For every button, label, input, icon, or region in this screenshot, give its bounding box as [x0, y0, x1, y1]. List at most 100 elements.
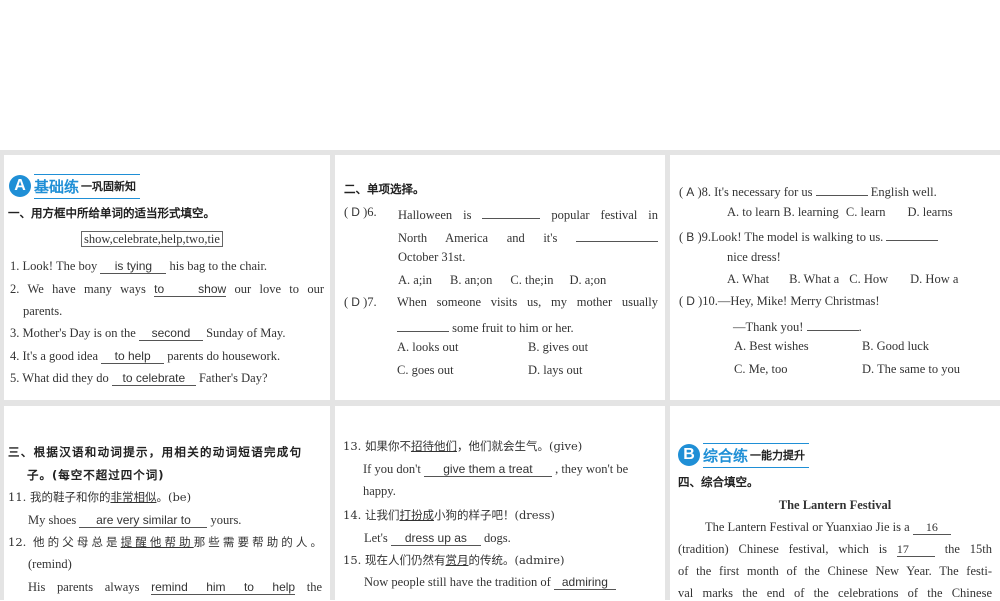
q6-text-b: popular festival in: [551, 208, 659, 222]
q10-option-a: A. Best wishes: [734, 339, 809, 353]
q13-continuation: happy.: [363, 484, 396, 498]
q11-cn-text: 11. 我的鞋子和你的: [8, 490, 111, 504]
q10-text: —Hey, Mike! Merry Christmas!: [717, 294, 880, 308]
q13-cn-text: 13. 如果你不: [343, 439, 411, 453]
q5-text-post: Father's Day?: [198, 371, 268, 385]
q12-cn-text: 12. 他的父母总是: [8, 535, 121, 549]
q7-option-d: D. lays out: [528, 363, 583, 377]
q15-answer: admiring: [553, 575, 616, 590]
q10-option-d: D. The same to you: [862, 362, 961, 376]
q6-option-b: B. an;on: [450, 273, 493, 287]
q7-line1: When someone visits us, my mother usuall…: [397, 295, 658, 309]
part4-instruction: 四、综合填空。: [678, 475, 759, 489]
q7-blank: [397, 317, 449, 332]
q7-text: some fruit to him or her.: [452, 321, 574, 335]
q1-text-post: his bag to the chair.: [169, 259, 268, 273]
question-3: 3. Mother's Day is on the second Sunday …: [10, 325, 286, 341]
q6-option-d: D. a;on: [569, 273, 607, 287]
q6-line2: North America and it's: [398, 227, 658, 245]
blank-17: 17: [896, 542, 935, 557]
q10-period: .: [858, 320, 862, 334]
section-b-header: B 综合练 一能力提升: [678, 442, 810, 468]
q7-choice: D: [351, 295, 360, 309]
q4-text-post: parents do housework.: [167, 349, 281, 363]
q12-text-post: the: [306, 580, 323, 594]
q14-cn-text: 14. 让我们: [343, 508, 400, 522]
section-b-title: 综合练: [703, 446, 749, 465]
question-6: ( D )6.: [344, 205, 377, 219]
q15-text: Now people still have the tradition of: [364, 575, 551, 589]
q12-english: His parents always remind him to help th…: [28, 579, 322, 595]
part1-instruction: 一、用方框中所给单词的适当形式填空。: [8, 206, 215, 220]
q7-option-b: B. gives out: [528, 340, 589, 354]
part2-instruction: 二、单项选择。: [344, 182, 425, 196]
q3-answer: second: [138, 326, 203, 341]
q13-chinese: 13. 如果你不招待他们，他们就会生气。(give): [343, 438, 582, 454]
q8-option-c: C. learn: [845, 205, 886, 219]
q14-english: Let's dress up as dogs.: [364, 530, 511, 546]
q5-answer: to celebrate: [111, 371, 196, 386]
q10-line2: —Thank you! .: [733, 316, 862, 334]
q6-blank: [482, 204, 541, 219]
q7-line2: some fruit to him or her.: [397, 317, 574, 335]
section-b-badge-icon: B: [678, 444, 700, 466]
q15-cn-text: 15. 现在人们仍然有: [343, 553, 446, 567]
q8-text: It's necessary for us: [714, 185, 813, 199]
q2-answer: to show: [154, 282, 227, 297]
q6-blank-2: [576, 227, 658, 242]
passage-line-1: The Lantern Festival or Yuanxiao Jie is …: [705, 519, 951, 535]
q5-text: 5. What did they do: [10, 371, 109, 385]
part3-instruction-2: 子。(每空不超过四个词): [27, 468, 165, 482]
q9-option-d: D. How a: [910, 272, 959, 286]
q8-option-d: D. learns: [907, 205, 953, 219]
q2-text: 2. We have many ways: [10, 282, 146, 296]
q15-chinese: 15. 现在人们仍然有赏月的传统。(admire): [343, 552, 565, 568]
q2-continuation: parents.: [23, 304, 63, 318]
q9-option-b: B. What a: [789, 272, 840, 286]
q10-choice: D: [686, 294, 695, 308]
passage-line-4: val marks the end of the celebrations of…: [678, 586, 992, 600]
question-7: ( D )7.: [344, 295, 377, 309]
q7-number: )7.: [363, 295, 377, 309]
q6-line3: October 31st.: [398, 250, 466, 264]
q14-cn-underlined: 打扮成: [399, 508, 434, 522]
part3-instruction-1: 三、根据汉语和动词提示，用相关的动词短语完成句: [8, 445, 303, 459]
q13-text-post: , they won't be: [555, 462, 629, 476]
q15-cn-text-post: 的传统。(admire): [468, 553, 565, 567]
q9-text: Look! The model is walking to us.: [710, 230, 884, 244]
q9-line2: nice dress!: [727, 250, 781, 264]
q7-option-c: C. goes out: [397, 363, 454, 377]
q13-answer: give them a treat: [423, 462, 552, 477]
q14-cn-text-post: 小狗的样子吧！(dress): [433, 508, 555, 522]
q8-option-b: B. learning: [783, 205, 839, 219]
q6-options: A. a;in B. an;on C. the;in D. a;on: [398, 272, 606, 288]
section-a-badge-icon: A: [9, 175, 31, 197]
passage-text-2: (tradition) Chinese festival, which is: [678, 542, 888, 556]
q14-chinese: 14. 让我们打扮成小狗的样子吧！(dress): [343, 507, 555, 523]
question-8: ( A )8. It's necessary for us English we…: [679, 181, 937, 199]
q9-choice: B: [686, 230, 695, 244]
passage-text-1: The Lantern Festival or Yuanxiao Jie is …: [705, 520, 910, 534]
q10-number: )10.: [698, 294, 718, 308]
section-a-subtitle: 一巩固新知: [81, 180, 137, 193]
q9-option-a: A. What: [727, 272, 770, 286]
q1-answer: is tying: [100, 259, 167, 274]
q6-text: Halloween is: [398, 208, 472, 222]
q6-option-a: A. a;in: [398, 273, 433, 287]
q13-english: If you don't give them a treat , they wo…: [363, 461, 628, 477]
panel-part3-cont: [335, 406, 665, 600]
q12-text: His parents always: [28, 580, 140, 594]
q6-option-c: C. the;in: [510, 273, 554, 287]
section-a-header: A 基础练 一巩固新知: [9, 173, 141, 199]
q4-text: 4. It's a good idea: [10, 349, 98, 363]
q8-text-b: English well.: [870, 185, 937, 199]
section-a-title: 基础练: [34, 177, 80, 196]
q11-english: My shoes are very similar to yours.: [28, 512, 241, 528]
q8-option-a: A. to learn: [727, 205, 781, 219]
q6-text-2: North America and it's: [398, 231, 558, 245]
q6-choice: D: [351, 205, 360, 219]
q12-chinese: 12. 他的父母总是提醒他帮助那些需要帮助的人。: [8, 534, 322, 550]
q2-text-post: our love to our: [234, 282, 325, 296]
q12-hint: (remind): [28, 557, 72, 571]
q14-text: Let's: [364, 531, 388, 545]
